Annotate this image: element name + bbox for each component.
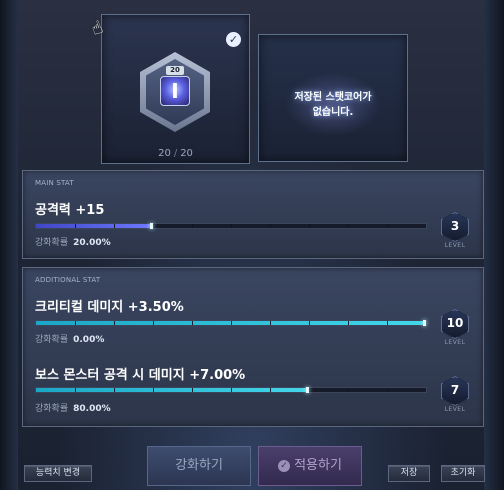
additional-stat-1-level-label: LEVEL	[444, 339, 466, 346]
bar-segment-divider	[387, 321, 388, 325]
empty-line-1: 저장된 스탯코어가	[294, 92, 372, 103]
main-stat-level-label: LEVEL	[444, 242, 466, 249]
reset-stats-button[interactable]: 능력치 변경	[24, 465, 92, 482]
bar-segment-divider	[387, 224, 388, 228]
main-stat-rate: 강화확률 20.00%	[35, 235, 111, 248]
apply-button[interactable]: ✓ 적용하기	[258, 446, 362, 486]
additional-stat-2-rate: 강화확률 80.00%	[35, 401, 111, 414]
bar-segment-divider	[75, 388, 76, 392]
additional-stat-1-level-badge: 10 LEVEL	[441, 309, 469, 346]
bar-segment-divider	[309, 224, 310, 228]
bar-segment-divider	[192, 224, 193, 228]
enhance-button[interactable]: 강화하기	[147, 446, 251, 486]
bar-segment-divider	[348, 388, 349, 392]
bar-segment-divider	[231, 388, 232, 392]
apply-button-label: 적용하기	[294, 458, 342, 473]
bar-segment-divider	[75, 321, 76, 325]
core-gem-icon: I	[160, 76, 190, 106]
additional-stat-2-name: 보스 몬스터 공격 시 데미지 +7.00%	[35, 368, 246, 383]
bar-segment-divider	[231, 321, 232, 325]
additional-stat-panel: ADDITIONAL STAT 크리티컬 데미지 +3.50% 강화확률 0.00…	[22, 267, 484, 427]
bar-segment-divider	[270, 224, 271, 228]
bar-segment-divider	[75, 224, 76, 228]
bar-tip-marker	[306, 387, 309, 393]
empty-line-2: 없습니다.	[312, 107, 354, 118]
bar-segment-divider	[114, 388, 115, 392]
additional-stat-1-name: 크리티컬 데미지 +3.50%	[35, 300, 184, 315]
bar-segment-divider	[348, 224, 349, 228]
main-stat-progress-bar	[35, 223, 427, 229]
bar-segment-divider	[192, 388, 193, 392]
additional-stat-1-rate-label: 강화확률	[35, 335, 69, 345]
bar-segment-divider	[270, 321, 271, 325]
bar-tip-marker	[150, 223, 153, 229]
additional-stat-2-progress-fill	[36, 388, 309, 392]
check-icon: ✓	[226, 32, 241, 47]
stat-core-icon[interactable]: 20 I	[140, 52, 210, 132]
bar-segment-divider	[270, 388, 271, 392]
main-stat-rate-label: 강화확률	[35, 238, 69, 248]
bar-segment-divider	[192, 321, 193, 325]
bar-segment-divider	[309, 388, 310, 392]
save-button[interactable]: 저장	[388, 465, 430, 482]
bar-segment-divider	[387, 388, 388, 392]
additional-stat-2-level: 7	[450, 383, 460, 397]
additional-stat-2-level-label: LEVEL	[444, 406, 466, 413]
core-level-badge: 20	[166, 66, 184, 75]
bar-segment-divider	[153, 321, 154, 325]
additional-stat-1-level: 10	[446, 316, 464, 330]
bar-segment-divider	[153, 388, 154, 392]
bar-segment-divider	[114, 321, 115, 325]
bar-segment-divider	[348, 321, 349, 325]
additional-stat-2-rate-label: 강화확률	[35, 404, 69, 414]
main-stat-section-label: MAIN STAT	[35, 179, 74, 187]
core-count-separator: /	[173, 148, 178, 159]
core-count-current: 20	[158, 148, 171, 159]
init-button[interactable]: 초기화	[441, 465, 485, 482]
core-count-max: 20	[180, 148, 193, 159]
additional-stat-2-level-badge: 7 LEVEL	[441, 376, 469, 413]
additional-stat-1-progress-bar	[35, 320, 427, 326]
main-stat-rate-value: 20.00%	[73, 238, 111, 248]
main-stat-panel: MAIN STAT 공격력 +15 강화확률 20.00% 3 LEVEL	[22, 170, 484, 259]
additional-stat-1-rate-value: 0.00%	[73, 335, 105, 345]
main-stat-name: 공격력 +15	[35, 203, 105, 218]
additional-stat-2-progress-bar	[35, 387, 427, 393]
bar-segment-divider	[114, 224, 115, 228]
additional-stat-2-rate-value: 80.00%	[73, 404, 111, 414]
additional-stat-section-label: ADDITIONAL STAT	[35, 276, 101, 284]
check-circle-icon: ✓	[278, 459, 291, 472]
main-stat-progress-fill	[36, 224, 153, 228]
bar-segment-divider	[153, 224, 154, 228]
bar-segment-divider	[309, 321, 310, 325]
bar-tip-marker	[423, 320, 426, 326]
bar-segment-divider	[231, 224, 232, 228]
saved-slot-empty-text: 저장된 스탯코어가 없습니다.	[258, 90, 408, 120]
additional-stat-1-rate: 강화확률 0.00%	[35, 332, 104, 345]
main-stat-level-badge: 3 LEVEL	[441, 212, 469, 249]
core-count: 20/20	[101, 148, 250, 159]
main-stat-level: 3	[450, 219, 460, 233]
